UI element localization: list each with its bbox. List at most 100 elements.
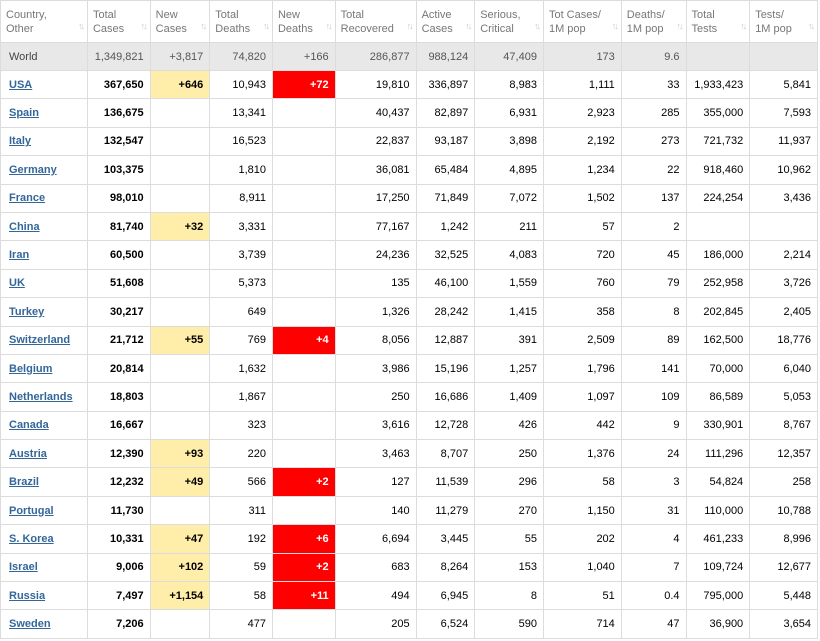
cell-tests-per-1m: 3,654 xyxy=(749,609,818,639)
country-link[interactable]: France xyxy=(9,192,45,204)
country-link[interactable]: Sweden xyxy=(9,618,51,630)
cell-new-cases xyxy=(149,353,211,384)
column-header-total-recovered[interactable]: Total Recovered ↑↓ xyxy=(334,0,417,43)
header-line-2: Critical xyxy=(480,22,514,35)
cell-total-recovered: 3,616 xyxy=(334,410,417,441)
cell-new-deaths xyxy=(271,495,336,526)
cell-total-recovered: 36,081 xyxy=(334,155,417,185)
header-line-1: Active xyxy=(421,8,452,21)
table-row: Belgium 20,814 1,632 3,986 15,196 1,257 1,796 1… xyxy=(0,353,818,384)
cell-tot-cases-per-1m: 2,923 xyxy=(542,98,622,128)
cell-new-cases xyxy=(149,297,211,327)
sort-arrows-icon[interactable]: ↑↓ xyxy=(141,19,148,33)
cell-total-tests: 110,000 xyxy=(685,495,751,526)
country-link[interactable]: Netherlands xyxy=(9,391,73,403)
sort-arrows-icon[interactable]: ↑↓ xyxy=(326,19,333,33)
cell-total-recovered: 3,463 xyxy=(334,439,417,469)
column-header-deaths-per-1m[interactable]: Deaths/1M pop ↑↓ xyxy=(620,0,687,43)
column-header-total-cases[interactable]: Total Cases ↑↓ xyxy=(86,0,151,43)
country-link[interactable]: UK xyxy=(9,277,25,289)
sort-arrows-icon[interactable]: ↑↓ xyxy=(200,19,207,33)
cell-tests-per-1m: 2,405 xyxy=(749,297,818,327)
country-link[interactable]: Switzerland xyxy=(9,334,70,346)
column-header-active-cases[interactable]: Active Cases ↑↓ xyxy=(415,0,476,43)
country-link[interactable]: China xyxy=(9,221,40,233)
cell-total-recovered: 3,986 xyxy=(334,353,417,384)
sort-arrows-icon[interactable]: ↑↓ xyxy=(534,19,541,33)
country-link[interactable]: Austria xyxy=(9,448,47,460)
cell-total-recovered: 205 xyxy=(334,609,417,639)
country-link[interactable]: Canada xyxy=(9,419,49,431)
column-header-total-tests[interactable]: Total Tests ↑↓ xyxy=(685,0,751,43)
sort-arrows-icon[interactable]: ↑↓ xyxy=(677,19,684,33)
table-row: Canada 16,667 323 3,616 12,728 426 442 9 330,901… xyxy=(0,410,818,441)
cell-new-cases: +646 xyxy=(149,69,211,100)
column-header-country[interactable]: Country, Other ↑↓ xyxy=(0,0,88,43)
country-link[interactable]: S. Korea xyxy=(9,533,54,545)
cell-tot-cases-per-1m: 720 xyxy=(542,240,622,270)
sort-arrows-icon[interactable]: ↑↓ xyxy=(465,19,472,33)
cell-tests-per-1m: 3,726 xyxy=(749,268,818,299)
cell-total-cases: 12,232 xyxy=(86,467,151,497)
cell-active-cases: 82,897 xyxy=(415,98,476,128)
cell-deaths-per-1m: 2 xyxy=(620,211,687,242)
column-header-label: New Cases xyxy=(156,8,206,36)
cell-total-deaths: 3,331 xyxy=(209,211,273,242)
cell-tot-cases-per-1m: 1,796 xyxy=(542,353,622,384)
cell-serious-critical: 270 xyxy=(474,495,544,526)
country-link[interactable]: Belgium xyxy=(9,363,52,375)
cell-total-tests xyxy=(685,42,751,71)
country-link[interactable]: Brazil xyxy=(9,476,39,488)
cell-total-recovered: 19,810 xyxy=(334,69,417,100)
column-header-serious-critical[interactable]: Serious, Critical ↑↓ xyxy=(474,0,544,43)
cell-deaths-per-1m: 137 xyxy=(620,183,687,213)
header-line-1: Country, xyxy=(6,8,47,21)
cell-tests-per-1m: 10,788 xyxy=(749,495,818,526)
header-line-2: 1M pop xyxy=(548,22,586,35)
cell-total-deaths: 3,739 xyxy=(209,240,273,270)
cell-country: S. Korea xyxy=(0,524,88,554)
cell-new-cases xyxy=(149,268,211,299)
cell-deaths-per-1m: 9.6 xyxy=(620,42,687,71)
country-link[interactable]: Iran xyxy=(9,249,29,261)
country-link[interactable]: Turkey xyxy=(9,306,44,318)
cell-tot-cases-per-1m: 760 xyxy=(542,268,622,299)
column-header-label: Serious, Critical xyxy=(480,8,539,36)
cell-new-cases: +47 xyxy=(149,524,211,554)
cell-total-deaths: 58 xyxy=(209,581,273,611)
cell-total-cases: 10,331 xyxy=(86,524,151,554)
country-link[interactable]: Spain xyxy=(9,107,39,119)
column-header-new-cases[interactable]: New Cases ↑↓ xyxy=(149,0,211,43)
cell-serious-critical: 1,559 xyxy=(474,268,544,299)
country-link[interactable]: Israel xyxy=(9,561,38,573)
sort-arrows-icon[interactable]: ↑↓ xyxy=(407,19,414,33)
cell-serious-critical: 296 xyxy=(474,467,544,497)
sort-arrows-icon[interactable]: ↑↓ xyxy=(612,19,619,33)
column-header-tot-cases-per-1m[interactable]: Tot Cases/1M pop ↑↓ xyxy=(542,0,622,43)
column-header-new-deaths[interactable]: New Deaths ↑↓ xyxy=(271,0,336,43)
cell-total-cases: 11,730 xyxy=(86,495,151,526)
country-link[interactable]: Germany xyxy=(9,164,57,176)
sort-arrows-icon[interactable]: ↑↓ xyxy=(740,19,747,33)
country-link[interactable]: USA xyxy=(9,79,32,91)
cell-new-deaths: +166 xyxy=(271,42,336,71)
cell-tot-cases-per-1m: 57 xyxy=(542,211,622,242)
column-header-label: Deaths/1M pop xyxy=(627,8,682,36)
cell-active-cases: 3,445 xyxy=(415,524,476,554)
column-header-label: Total Cases xyxy=(93,8,146,36)
column-header-tests-per-1m[interactable]: Tests/1M pop ↑↓ xyxy=(749,0,818,43)
cell-deaths-per-1m: 8 xyxy=(620,297,687,327)
country-link[interactable]: Italy xyxy=(9,135,31,147)
cell-new-cases: +93 xyxy=(149,439,211,469)
cell-tests-per-1m: 8,767 xyxy=(749,410,818,441)
cell-total-tests: 252,958 xyxy=(685,268,751,299)
column-header-total-deaths[interactable]: Total Deaths ↑↓ xyxy=(209,0,273,43)
cell-tests-per-1m: 6,040 xyxy=(749,353,818,384)
sort-arrows-icon[interactable]: ↑↓ xyxy=(78,19,85,33)
cell-country: Netherlands xyxy=(0,382,88,412)
country-link[interactable]: Portugal xyxy=(9,505,54,517)
table-row: Switzerland 21,712 +55 769 +4 8,056 12,887 391 2… xyxy=(0,325,818,355)
country-link[interactable]: Russia xyxy=(9,590,45,602)
sort-arrows-icon[interactable]: ↑↓ xyxy=(263,19,270,33)
sort-arrows-icon[interactable]: ↑↓ xyxy=(808,19,815,33)
